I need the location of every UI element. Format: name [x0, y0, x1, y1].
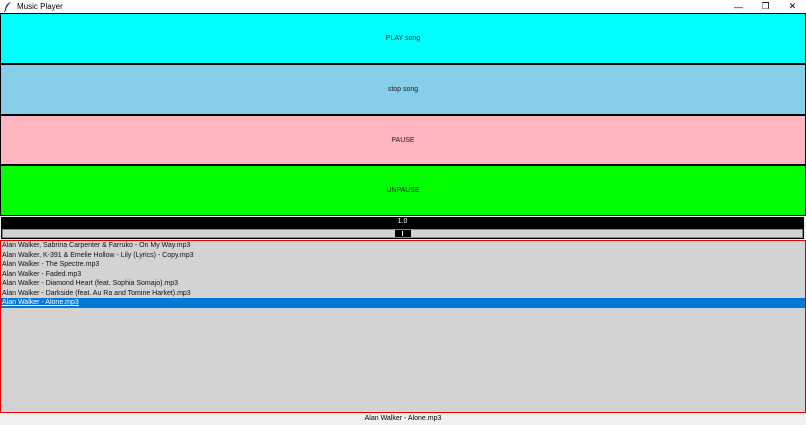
playlist-listbox[interactable]: Alan Walker, Sabrina Carpenter & Farruko… — [0, 240, 806, 413]
playlist-item[interactable]: Alan Walker - The Spectre.mp3 — [1, 260, 805, 270]
window-title: Music Player — [17, 2, 63, 11]
minimize-button[interactable]: — — [725, 0, 752, 13]
volume-slider-handle[interactable] — [394, 230, 411, 237]
playlist-item[interactable]: Alan Walker - Darkside (feat. Au Ra and … — [1, 289, 805, 299]
volume-trough[interactable] — [2, 229, 803, 238]
play-button[interactable]: PLAY song — [0, 13, 806, 64]
playlist-item[interactable]: Alan Walker - Faded.mp3 — [1, 270, 805, 280]
close-button[interactable]: ✕ — [779, 0, 806, 13]
feather-icon — [3, 1, 13, 12]
restore-button[interactable]: ❐ — [752, 0, 779, 13]
title-bar: Music Player — ❐ ✕ — [0, 0, 806, 13]
playlist-item[interactable]: Alan Walker, K-391 & Emelie Hollow - Lil… — [1, 251, 805, 261]
window-controls: — ❐ ✕ — [725, 0, 806, 13]
pause-button[interactable]: PAUSE — [0, 115, 806, 165]
playlist-item[interactable]: Alan Walker - Diamond Heart (feat. Sophi… — [1, 279, 805, 289]
playlist-item[interactable]: Alan Walker - Alone.mp3 — [1, 298, 805, 308]
playlist-item[interactable]: Alan Walker, Sabrina Carpenter & Farruko… — [1, 241, 805, 251]
volume-scale: 1.0 — [1, 217, 804, 239]
stop-button[interactable]: stop song — [0, 64, 806, 115]
current-song-label: Alan Walker - Alone.mp3 — [364, 415, 442, 422]
volume-value: 1.0 — [397, 218, 408, 225]
unpause-button[interactable]: UNPAUSE — [0, 165, 806, 216]
